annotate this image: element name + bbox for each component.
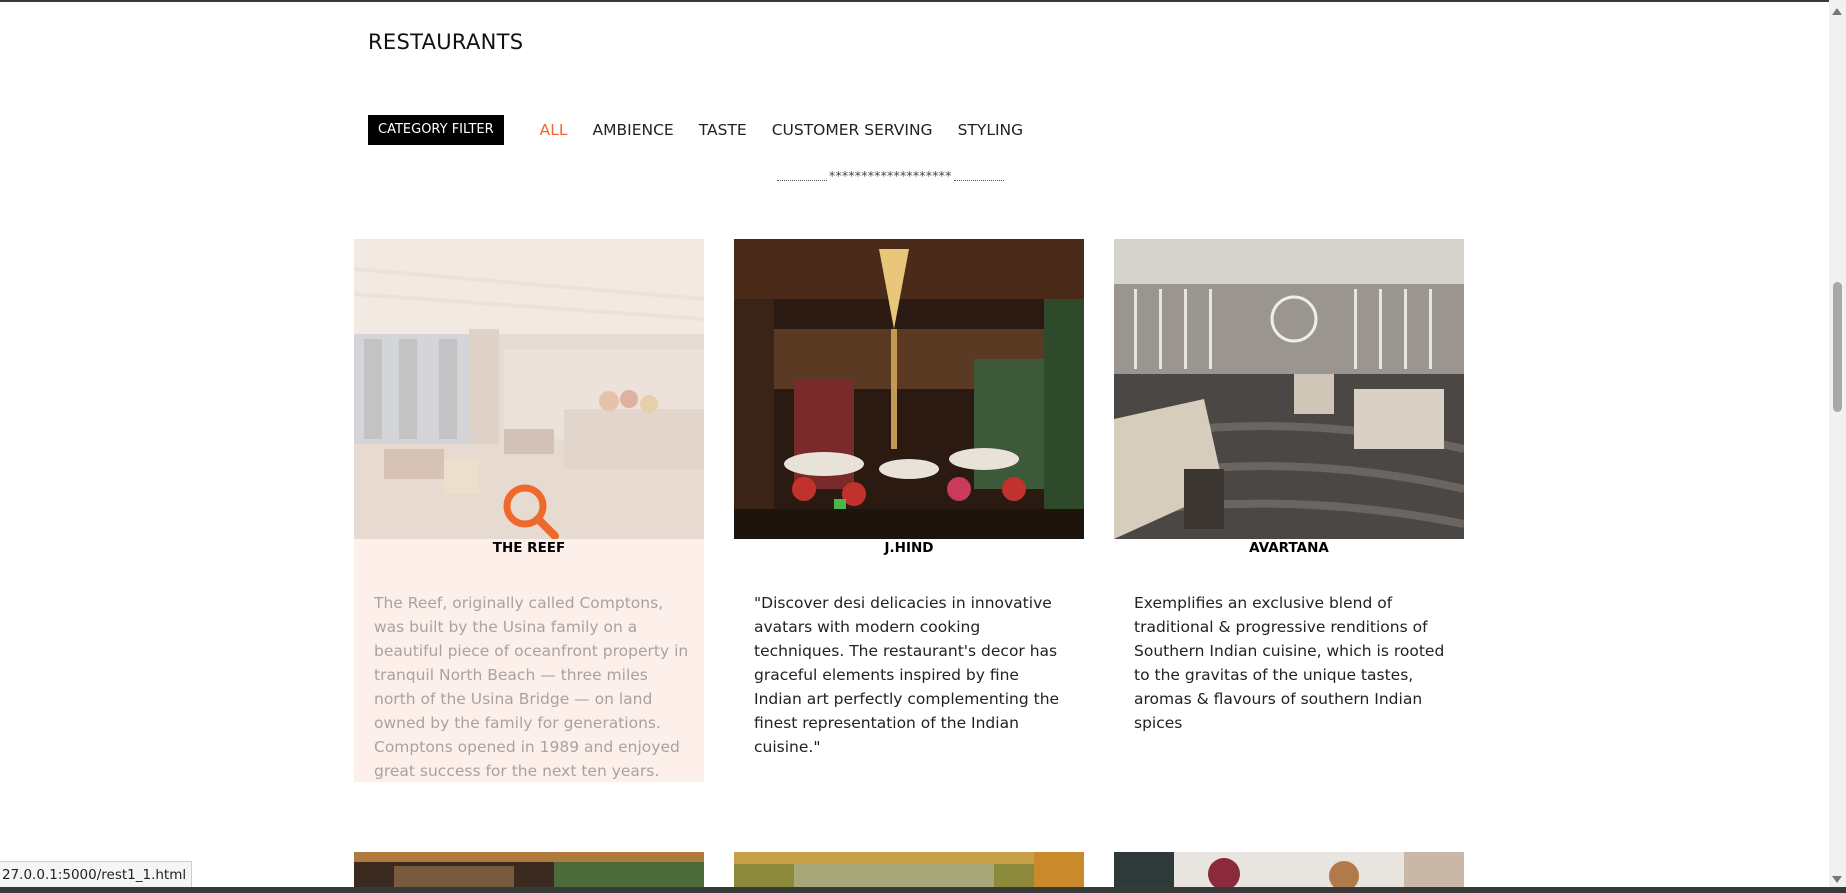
restaurant-description: The Reef, originally called Comptons, wa… [374, 594, 689, 780]
search-icon[interactable] [501, 482, 561, 539]
category-filter-bar: CATEGORY FILTER ALL AMBIENCE TASTE CUSTO… [368, 115, 1023, 145]
section-divider: ******************* [777, 168, 1004, 183]
filter-styling[interactable]: STYLING [958, 121, 1024, 139]
page-title: RESTAURANTS [368, 30, 524, 54]
filter-all[interactable]: ALL [540, 121, 568, 139]
scrollbar-thumb[interactable] [1833, 282, 1842, 412]
restaurant-card-j-hind[interactable]: J.HIND "Discover desi delicacies in inno… [734, 239, 1084, 782]
vertical-scrollbar[interactable] [1829, 0, 1846, 893]
restaurant-title[interactable]: J.HIND [734, 540, 1084, 556]
scroll-down-icon[interactable] [1832, 876, 1842, 883]
restaurant-card-avartana[interactable]: AVARTANA Exemplifies an exclusive blend … [1114, 239, 1464, 782]
scroll-up-icon[interactable] [1832, 8, 1842, 15]
window-bottom-border [0, 887, 1846, 893]
page-content: RESTAURANTS CATEGORY FILTER ALL AMBIENCE… [0, 0, 1829, 893]
restaurant-title[interactable]: AVARTANA [1114, 540, 1464, 556]
restaurant-description: "Discover desi delicacies in innovative … [754, 594, 1060, 756]
category-filter-badge: CATEGORY FILTER [368, 115, 504, 145]
restaurant-image-j-hind[interactable] [734, 239, 1084, 539]
divider-stars: ******************* [829, 168, 952, 183]
filter-ambience[interactable]: AMBIENCE [593, 121, 674, 139]
divider-dots-right [953, 180, 1004, 181]
restaurant-description: Exemplifies an exclusive blend of tradit… [1134, 594, 1445, 732]
restaurant-card-the-reef[interactable]: THE REEF The Reef, originally called Com… [354, 239, 704, 782]
filter-taste[interactable]: TASTE [699, 121, 747, 139]
restaurant-image-the-reef[interactable] [354, 239, 704, 539]
filter-links: ALL AMBIENCE TASTE CUSTOMER SERVING STYL… [540, 121, 1024, 139]
status-bar-url: 27.0.0.1:5000/rest1_1.html [0, 861, 193, 889]
filter-customer-serving[interactable]: CUSTOMER SERVING [772, 121, 933, 139]
restaurant-title[interactable]: THE REEF [354, 540, 704, 556]
divider-dots-left [777, 180, 827, 181]
restaurant-image-avartana[interactable] [1114, 239, 1464, 539]
